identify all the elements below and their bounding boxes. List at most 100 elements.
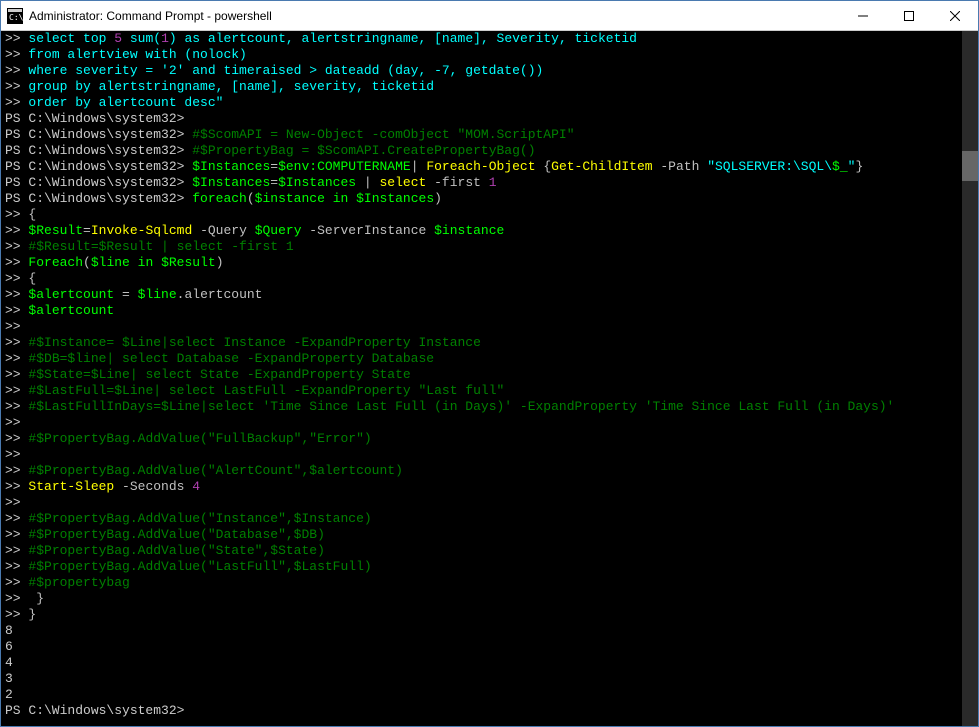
code-segment: $Result [28,223,83,238]
code-segment: -Path [653,159,708,174]
code-segment: Invoke-Sqlcmd [91,223,192,238]
prompt-text: >> [5,367,21,382]
code-segment: 2 [5,687,13,702]
scrollbar-thumb[interactable] [962,151,978,181]
prompt-text: >> [5,303,21,318]
code-segment: #$ScomAPI = New-Object -comObject "MOM.S… [192,127,574,142]
terminal-line: PS C:\Windows\system32> foreach($instanc… [5,191,974,207]
code-segment: { [21,207,37,222]
code-segment: $Instances [356,191,434,206]
code-segment: from alertview with (nolock) [21,47,247,62]
terminal-line: >> order by alertcount desc" [5,95,974,111]
code-segment: 4 [5,655,13,670]
terminal-line: 2 [5,687,974,703]
code-segment: } [21,591,44,606]
code-segment: ( [247,191,255,206]
code-segment: $Instances [192,175,270,190]
code-segment: .alertcount [177,287,263,302]
code-segment: $Instances [278,175,356,190]
code-segment: select top [28,31,114,46]
terminal-line: 8 [5,623,974,639]
terminal-line: >> [5,447,974,463]
prompt-text: >> [5,575,21,590]
prompt-text: PS C:\Windows\system32> [5,703,184,718]
code-segment: #$propertybag [28,575,129,590]
code-segment: ) [434,191,442,206]
code-segment: ) [216,255,224,270]
code-segment: $alertcount [28,303,114,318]
prompt-text: >> [5,527,21,542]
code-segment: #$LastFullInDays=$Line|select 'Time Sinc… [28,399,894,414]
prompt-text: >> [5,543,21,558]
code-segment: #$PropertyBag.AddValue("FullBackup","Err… [28,431,371,446]
code-segment: where severity = '2' and timeraised > da… [21,63,544,78]
code-segment: #$Instance= $Line|select Instance -Expan… [28,335,480,350]
prompt-text: PS C:\Windows\system32> [5,175,184,190]
code-segment: 5 [114,31,122,46]
prompt-text: >> [5,447,21,462]
terminal-content: >> select top 5 sum(1) as alertcount, al… [5,31,974,719]
prompt-text: >> [5,63,21,78]
cmd-icon: C:\ [7,8,23,24]
terminal-line: >> Foreach($line in $Result) [5,255,974,271]
terminal-line: >> [5,415,974,431]
terminal-line: PS C:\Windows\system32> #$PropertyBag = … [5,143,974,159]
code-segment: Foreach [28,255,83,270]
code-segment: $instance [434,223,504,238]
prompt-text: >> [5,239,21,254]
prompt-text: >> [5,463,21,478]
maximize-button[interactable] [886,1,932,30]
code-segment: | [356,175,379,190]
terminal-line: >> #$PropertyBag.AddValue("State",$State… [5,543,974,559]
prompt-text: >> [5,559,21,574]
code-segment: { [543,159,551,174]
prompt-text: >> [5,479,21,494]
terminal-line: PS C:\Windows\system32> #$ScomAPI = New-… [5,127,974,143]
prompt-text: >> [5,287,21,302]
terminal-line: >> { [5,207,974,223]
code-segment: group by alertstringname, [name], severi… [21,79,434,94]
prompt-text: >> [5,31,21,46]
window-controls [840,1,978,30]
terminal-line: PS C:\Windows\system32> [5,111,974,127]
code-segment: $instance [255,191,325,206]
code-segment: select [380,175,427,190]
minimize-button[interactable] [840,1,886,30]
code-segment: 6 [5,639,13,654]
prompt-text: >> [5,207,21,222]
code-segment: #$State=$Line| select State -ExpandPrope… [28,367,410,382]
code-segment: ) as alertcount, alertstringname, [name]… [169,31,637,46]
prompt-text: PS C:\Windows\system32> [5,111,184,126]
terminal-line: >> $Result=Invoke-Sqlcmd -Query $Query -… [5,223,974,239]
terminal-line: >> [5,495,974,511]
code-segment: -Seconds [114,479,192,494]
terminal-line: >> #$LastFull=$Line| select LastFull -Ex… [5,383,974,399]
terminal-line: >> Start-Sleep -Seconds 4 [5,479,974,495]
prompt-text: >> [5,431,21,446]
prompt-text: >> [5,223,21,238]
terminal-area[interactable]: >> select top 5 sum(1) as alertcount, al… [1,31,978,726]
terminal-line: >> $alertcount [5,303,974,319]
svg-text:C:\: C:\ [9,13,23,22]
terminal-line: >> } [5,591,974,607]
code-segment: 3 [5,671,13,686]
terminal-line: >> #$PropertyBag.AddValue("FullBackup","… [5,431,974,447]
window-titlebar: C:\ Administrator: Command Prompt - powe… [1,1,978,31]
close-button[interactable] [932,1,978,30]
code-segment: #$Result=$Result | select -first 1 [28,239,293,254]
terminal-line: 4 [5,655,974,671]
code-segment: } [855,159,863,174]
window-title: Administrator: Command Prompt - powershe… [29,9,840,23]
terminal-line: >> #$Result=$Result | select -first 1 [5,239,974,255]
terminal-line: >> { [5,271,974,287]
code-segment: #$LastFull=$Line| select LastFull -Expan… [28,383,504,398]
scrollbar-track[interactable] [962,31,978,726]
terminal-line: PS C:\Windows\system32> $Instances=$env:… [5,159,974,175]
terminal-line: >> select top 5 sum(1) as alertcount, al… [5,31,974,47]
terminal-line: >> #$State=$Line| select State -ExpandPr… [5,367,974,383]
prompt-text: >> [5,271,21,286]
terminal-line: >> #$DB=$line| select Database -ExpandPr… [5,351,974,367]
code-segment: #$DB=$line| select Database -ExpandPrope… [28,351,434,366]
code-segment: sum( [122,31,161,46]
code-segment: = [270,175,278,190]
